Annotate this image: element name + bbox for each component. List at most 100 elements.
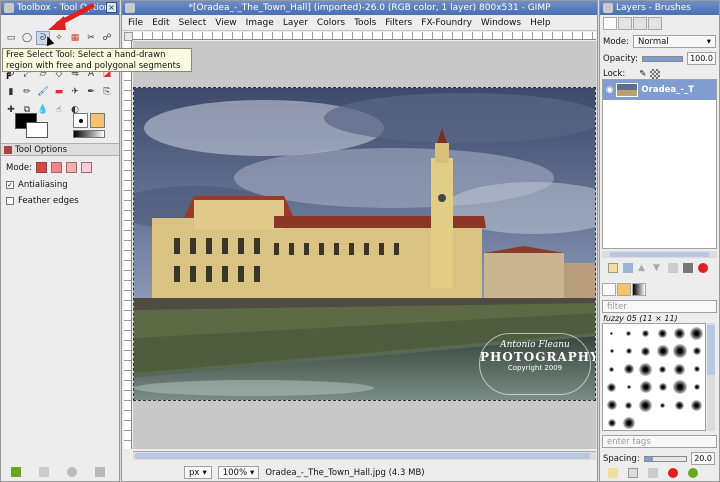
new-layer-icon[interactable] <box>608 263 618 273</box>
menu-layer[interactable]: Layer <box>283 18 308 28</box>
brush-item[interactable] <box>688 342 705 360</box>
image-canvas[interactable]: Antonio Fleanu PHOTOGRAPHY Copyright 200… <box>133 87 596 401</box>
brushes-vscroll[interactable] <box>707 323 715 431</box>
delete-brush-icon[interactable] <box>668 468 678 478</box>
layers-hscroll[interactable] <box>602 251 717 258</box>
new-layer-group-icon[interactable] <box>623 263 633 273</box>
blend-tool-icon[interactable]: ▮ <box>4 85 18 99</box>
canvas-area[interactable]: Antonio Fleanu PHOTOGRAPHY Copyright 200… <box>133 41 596 449</box>
opacity-slider[interactable] <box>641 55 684 62</box>
mode-add-icon[interactable] <box>51 162 63 173</box>
save-options-icon[interactable] <box>11 467 21 477</box>
feather-checkbox[interactable] <box>6 197 14 205</box>
brush-item[interactable] <box>671 378 688 396</box>
background-color[interactable] <box>26 122 48 138</box>
zoom-selector[interactable]: 100% ▾ <box>217 466 260 479</box>
reset-options-icon[interactable] <box>95 467 105 477</box>
opacity-field[interactable]: 100.0 <box>687 52 716 65</box>
ink-tool-icon[interactable]: ✒ <box>84 85 98 99</box>
antialiasing-checkbox[interactable]: ✓ <box>6 181 14 189</box>
paintbrush-tool-icon[interactable]: 🖌 <box>36 85 50 99</box>
brush-item[interactable] <box>620 414 637 430</box>
pencil-tool-icon[interactable]: ✏ <box>20 85 34 99</box>
brush-item[interactable] <box>603 414 620 430</box>
brush-item[interactable] <box>654 378 671 396</box>
channels-tab-icon[interactable] <box>618 17 632 30</box>
airbrush-tool-icon[interactable]: ✈ <box>68 85 82 99</box>
close-icon[interactable]: × <box>106 2 117 13</box>
brush-item[interactable] <box>620 378 637 396</box>
duplicate-brush-icon[interactable] <box>648 468 658 478</box>
menu-view[interactable]: View <box>215 18 236 28</box>
feather-row[interactable]: Feather edges <box>1 193 84 209</box>
foreground-select-tool-icon[interactable]: ☍ <box>100 31 114 45</box>
layers-tab-icon[interactable] <box>603 17 617 30</box>
brush-item[interactable] <box>637 324 654 342</box>
refresh-brushes-icon[interactable] <box>688 468 698 478</box>
brush-filter-input[interactable]: filter <box>602 300 717 313</box>
fg-bg-colors[interactable] <box>15 113 51 141</box>
gradient-preview[interactable] <box>73 130 105 138</box>
brush-item[interactable] <box>671 396 688 414</box>
lock-alpha-icon[interactable] <box>650 69 661 79</box>
anchor-layer-icon[interactable] <box>683 263 693 273</box>
horizontal-scrollbar-thumb[interactable] <box>135 453 590 459</box>
undo-tab-icon[interactable] <box>648 17 662 30</box>
paths-tab-icon[interactable] <box>633 17 647 30</box>
restore-options-icon[interactable] <box>39 467 49 477</box>
layer-mode-select[interactable]: Normal ▾ <box>633 35 716 48</box>
layer-row[interactable]: ◉ Oradea_-_T <box>603 80 716 100</box>
menu-tools[interactable]: Tools <box>354 18 376 28</box>
vertical-scrollbar[interactable] <box>596 41 597 449</box>
eye-icon[interactable]: ◉ <box>606 85 613 95</box>
gradients-tab-icon[interactable] <box>632 283 646 296</box>
brush-item[interactable] <box>637 378 654 396</box>
mode-intersect-icon[interactable] <box>81 162 93 173</box>
menu-select[interactable]: Select <box>179 18 207 28</box>
menu-help[interactable]: Help <box>530 18 551 28</box>
mode-replace-icon[interactable] <box>36 162 48 173</box>
brush-item[interactable] <box>637 360 654 378</box>
menu-fx-foundry[interactable]: FX-Foundry <box>421 18 472 28</box>
edit-brush-icon[interactable] <box>608 468 618 478</box>
menu-filters[interactable]: Filters <box>385 18 412 28</box>
lower-layer-icon[interactable]: ▼ <box>653 263 663 273</box>
brush-item[interactable] <box>688 360 705 378</box>
ruler-corner[interactable] <box>124 32 133 41</box>
brush-item[interactable] <box>688 378 705 396</box>
brush-item[interactable] <box>671 342 688 360</box>
brush-item[interactable] <box>620 324 637 342</box>
brush-item[interactable] <box>603 342 620 360</box>
brushes-tab-icon[interactable] <box>602 283 616 296</box>
horizontal-scrollbar[interactable] <box>133 451 596 460</box>
menu-file[interactable]: File <box>128 18 143 28</box>
brush-item[interactable] <box>620 396 637 414</box>
layers-titlebar[interactable]: Layers - Brushes <box>600 1 719 15</box>
brush-pattern-gradient[interactable] <box>73 113 107 139</box>
brush-item[interactable] <box>620 342 637 360</box>
pattern-preview[interactable] <box>90 113 105 128</box>
spacing-slider[interactable] <box>643 455 688 462</box>
delete-options-icon[interactable] <box>67 467 77 477</box>
brush-item[interactable] <box>671 360 688 378</box>
raise-layer-icon[interactable]: ▲ <box>638 263 648 273</box>
brush-item[interactable] <box>654 342 671 360</box>
delete-layer-icon[interactable] <box>698 263 708 273</box>
unit-selector[interactable]: px ▾ <box>184 466 212 479</box>
patterns-tab-icon[interactable] <box>617 283 631 296</box>
smudge-tool-icon[interactable]: ☝ <box>52 103 66 117</box>
vertical-ruler[interactable] <box>124 41 132 449</box>
tags-input[interactable]: enter tags <box>602 435 717 448</box>
rect-select-tool-icon[interactable]: ▭ <box>4 31 18 45</box>
antialiasing-row[interactable]: ✓ Antialiasing <box>1 177 73 193</box>
brush-item[interactable] <box>654 396 671 414</box>
menu-edit[interactable]: Edit <box>152 18 169 28</box>
menu-image[interactable]: Image <box>246 18 274 28</box>
brush-item[interactable] <box>603 378 620 396</box>
brush-item[interactable] <box>688 396 705 414</box>
eraser-tool-icon[interactable]: ▬ <box>52 85 66 99</box>
brush-item[interactable] <box>620 360 637 378</box>
mode-subtract-icon[interactable] <box>66 162 78 173</box>
brush-item[interactable] <box>671 324 688 342</box>
new-brush-icon[interactable] <box>628 468 638 478</box>
